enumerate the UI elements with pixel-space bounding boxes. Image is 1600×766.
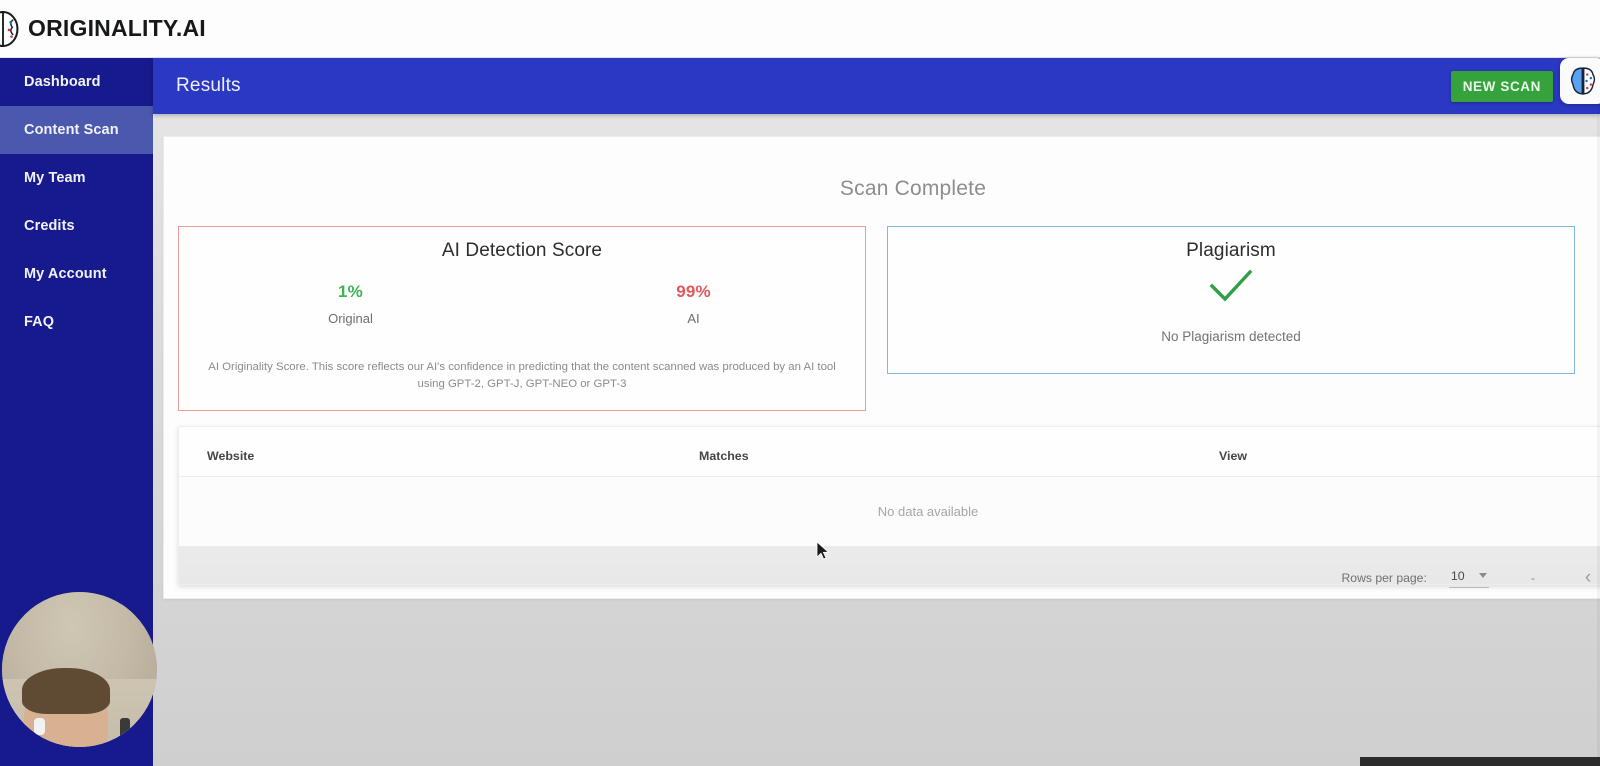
plagiarism-card-title: Plagiarism	[1186, 240, 1276, 261]
bottom-window-strip	[1360, 757, 1600, 766]
plagiarism-message: No Plagiarism detected	[1161, 329, 1301, 344]
matches-table-card: Website Matches View No data available R…	[178, 426, 1600, 588]
brand-name: ORIGINALITY.AI	[28, 15, 206, 41]
pagination-range: -	[1530, 571, 1535, 585]
previous-page-button[interactable]: ‹	[1571, 563, 1600, 593]
sidebar-item-my-team[interactable]: My Team	[0, 154, 153, 202]
app-root: ORIGINALITY.AI Dashboard Content Scan My…	[0, 0, 1600, 766]
sidebar-item-my-account[interactable]: My Account	[0, 250, 153, 298]
column-header-website[interactable]: Website	[179, 427, 699, 477]
table-pagination: Rows per page: 10 - ‹ ›	[179, 547, 1600, 593]
results-panel: Scan Complete AI Detection Score 1% Orig…	[163, 136, 1600, 599]
webcam-lamp	[120, 718, 130, 747]
check-icon	[1209, 269, 1253, 302]
ai-score: 99% AI	[522, 282, 865, 326]
ai-score-disclaimer: AI Originality Score. This score reflect…	[208, 360, 836, 391]
column-header-view[interactable]: View	[1219, 427, 1600, 477]
table-empty-row: No data available	[179, 476, 1600, 547]
column-header-matches[interactable]: Matches	[699, 427, 1219, 477]
brand-bar: ORIGINALITY.AI	[0, 0, 1600, 58]
rows-per-page-select[interactable]: 10	[1448, 568, 1489, 588]
brain-icon	[1570, 67, 1596, 95]
sidebar-item-label: Credits	[24, 218, 75, 234]
sidebar-item-label: Content Scan	[24, 122, 119, 138]
chevron-down-icon	[1478, 573, 1487, 578]
webcam-lamp-base	[106, 744, 140, 747]
plagiarism-card: Plagiarism No Plagiarism detected	[887, 226, 1575, 374]
table-body: No data available	[179, 476, 1600, 547]
rows-per-page-value: 10	[1450, 568, 1465, 583]
sidebar-item-label: FAQ	[24, 314, 55, 330]
sidebar-item-credits[interactable]: Credits	[0, 202, 153, 250]
matches-table: Website Matches View No data available	[179, 427, 1600, 547]
scan-status-title: Scan Complete	[839, 177, 987, 200]
new-scan-button[interactable]: NEW SCAN	[1450, 71, 1553, 102]
result-cards-row: AI Detection Score 1% Original 99% AI AI…	[178, 226, 1575, 411]
original-percent: 1%	[338, 282, 363, 301]
ai-score-row: 1% Original 99% AI	[179, 282, 865, 326]
original-label: Original	[328, 311, 373, 326]
presenter-webcam	[2, 592, 157, 747]
original-score: 1% Original	[179, 282, 522, 326]
sidebar-item-faq[interactable]: FAQ	[0, 298, 153, 346]
webcam-person-earbud	[34, 718, 45, 735]
brand-logo[interactable]: ORIGINALITY.AI	[0, 10, 206, 47]
main-content: Scan Complete AI Detection Score 1% Orig…	[153, 114, 1600, 766]
page-header: Results NEW SCAN	[153, 58, 1600, 114]
sidebar-item-content-scan[interactable]: Content Scan	[0, 106, 153, 154]
ai-percent: 99%	[676, 282, 711, 301]
webcam-person-hair	[22, 668, 110, 714]
table-head: Website Matches View	[179, 427, 1600, 477]
no-data-message: No data available	[179, 476, 1600, 547]
ai-card-title: AI Detection Score	[441, 240, 603, 261]
sidebar-item-dashboard[interactable]: Dashboard	[0, 58, 153, 106]
sidebar-item-label: Dashboard	[24, 74, 101, 90]
sidebar-item-label: My Account	[24, 266, 107, 282]
ai-label: AI	[687, 311, 700, 326]
sidebar-item-label: My Team	[24, 170, 86, 186]
extension-button[interactable]	[1560, 58, 1600, 104]
brain-icon	[0, 10, 19, 47]
page-title: Results	[176, 75, 241, 96]
table-header-row: Website Matches View	[179, 427, 1600, 477]
plagiarism-status	[888, 268, 1574, 309]
ai-detection-card: AI Detection Score 1% Original 99% AI AI…	[178, 226, 866, 411]
rows-per-page-label: Rows per page:	[1341, 571, 1427, 585]
